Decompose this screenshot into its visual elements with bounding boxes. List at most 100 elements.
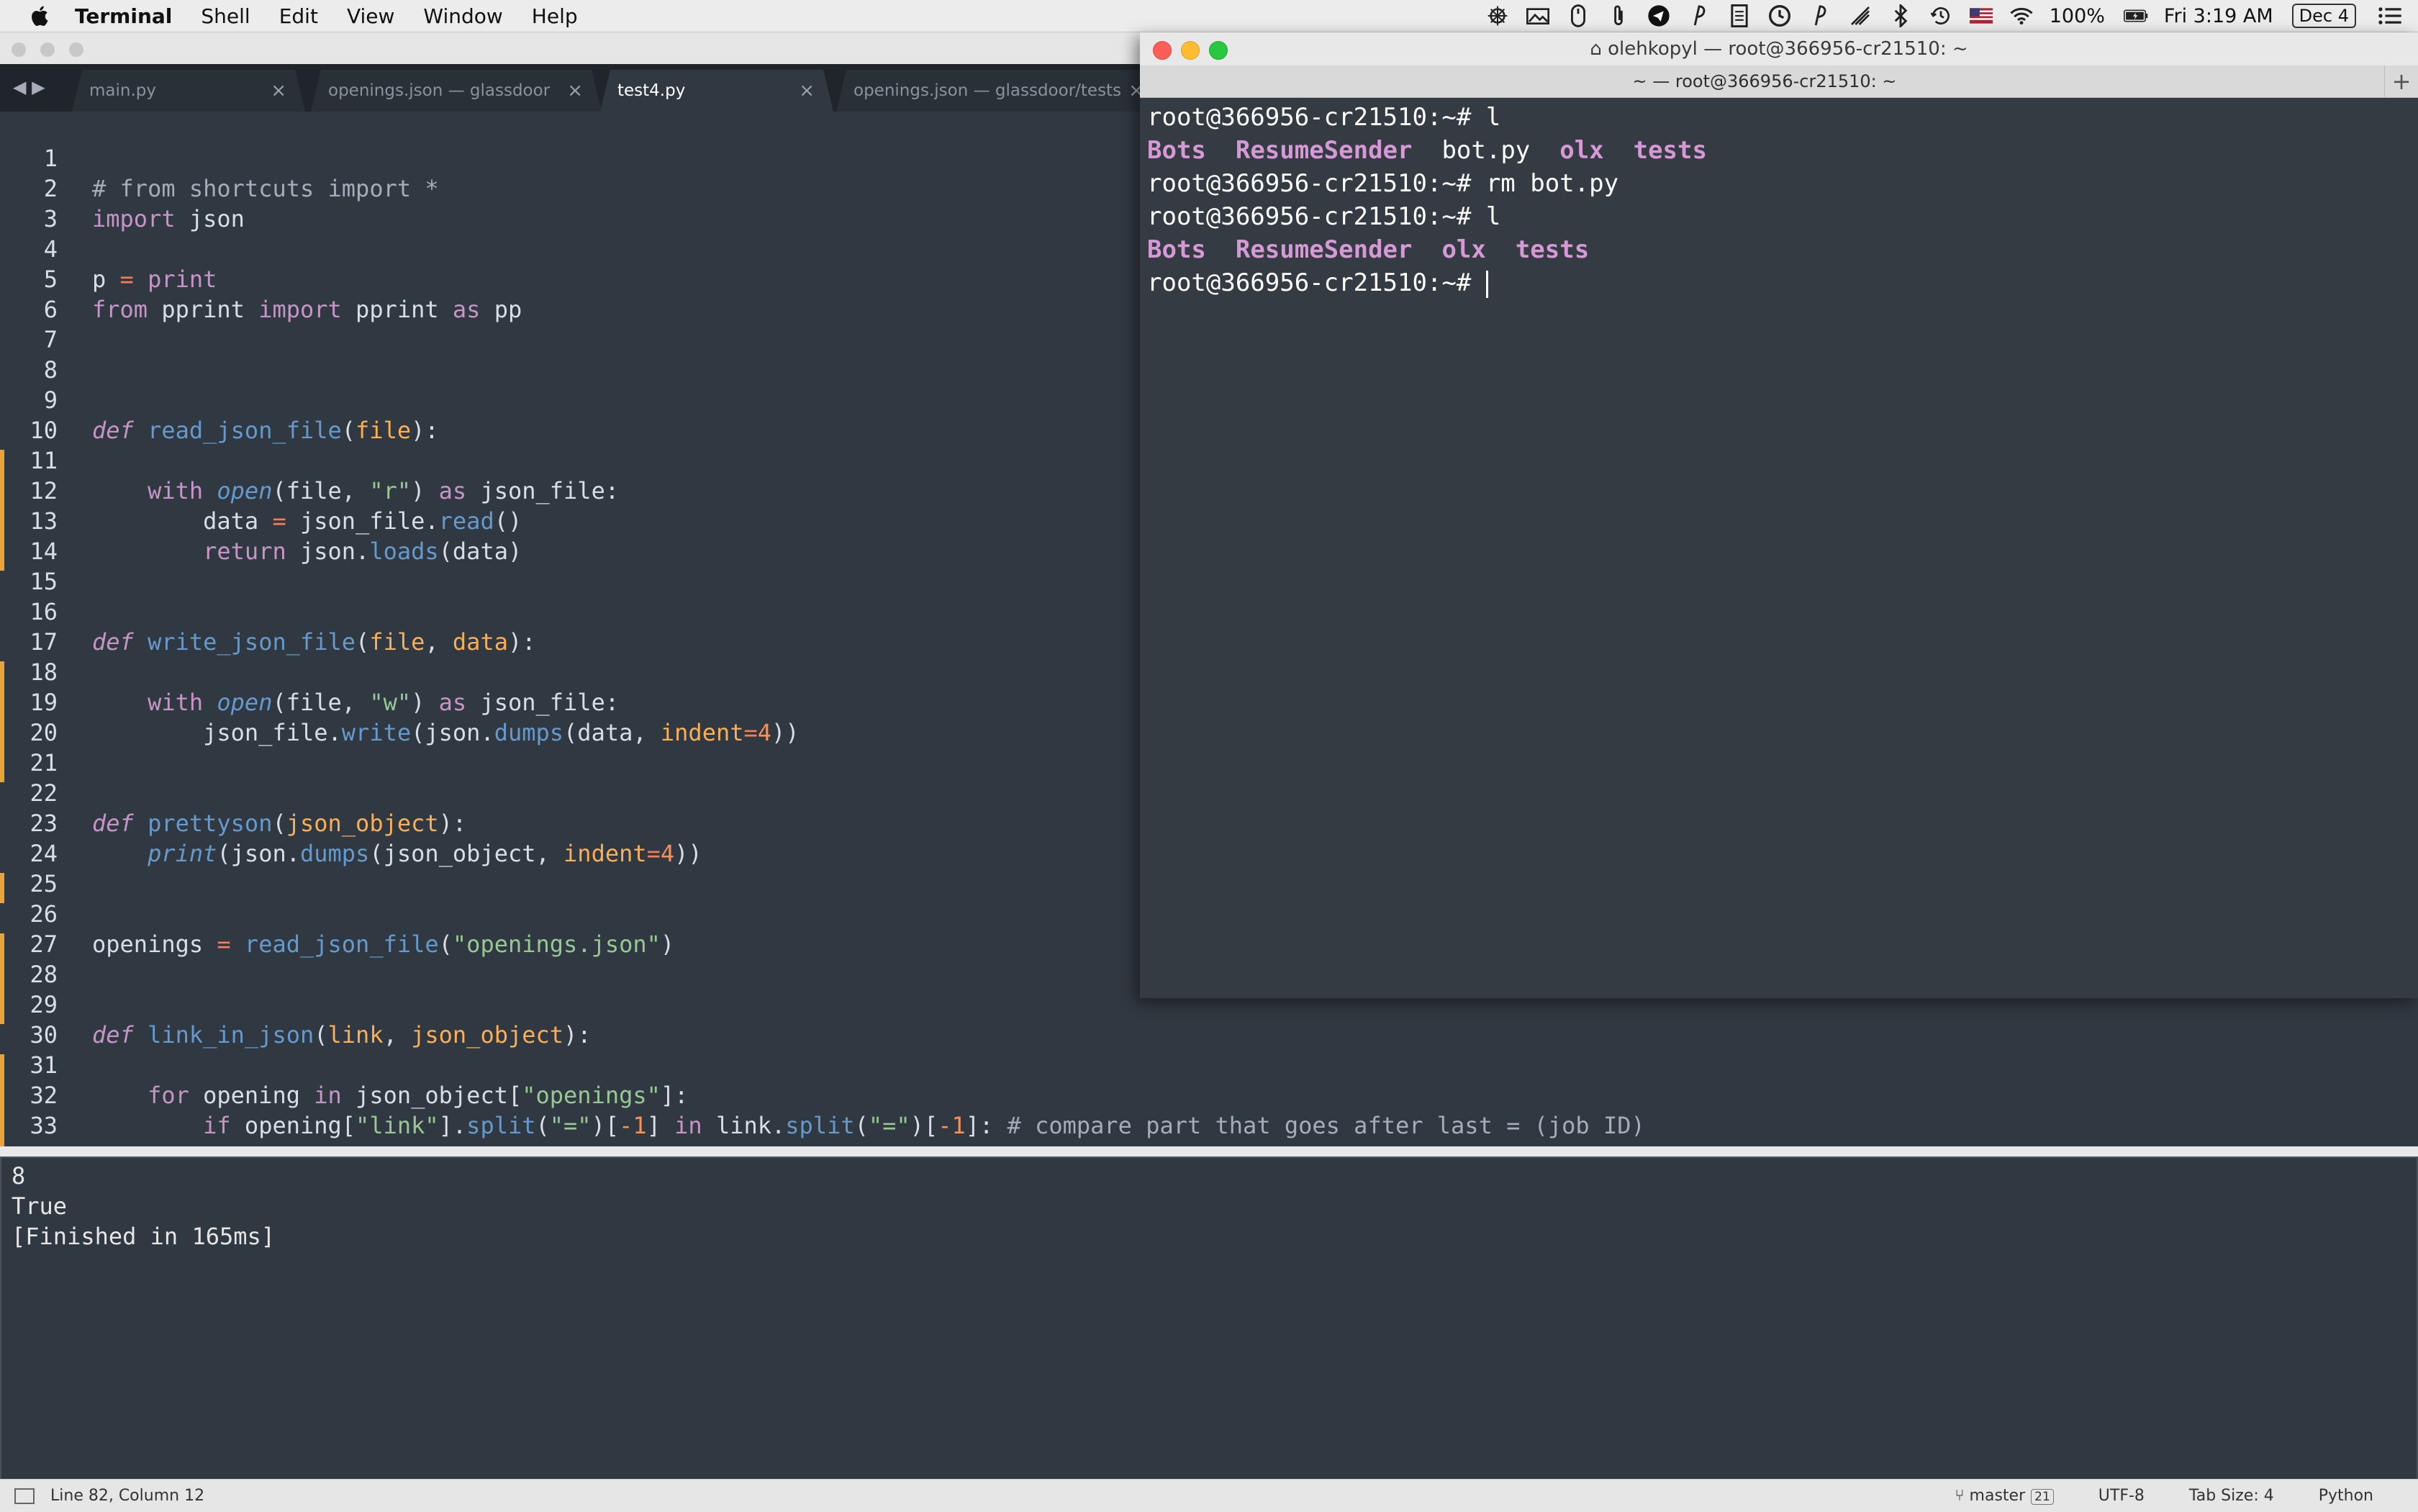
- line-number: 18: [30, 658, 58, 686]
- telegram-icon[interactable]: [1647, 4, 1671, 28]
- menu-app-terminal[interactable]: Terminal: [75, 4, 172, 28]
- tab-size-indicator[interactable]: Tab Size: 4: [2189, 1487, 2274, 1505]
- photo-icon[interactable]: [1526, 4, 1550, 28]
- line-number: 31: [30, 1051, 58, 1079]
- wifi-icon[interactable]: [2009, 4, 2034, 28]
- line-number-gutter: 1 2 3 4 5 6 7 8 9 10 11 12 13 14 15 16 1…: [0, 112, 72, 1148]
- horizontal-scrollbar[interactable]: [0, 1146, 2418, 1156]
- code-line: def link_in_json(link, json_object):: [92, 1021, 592, 1049]
- terminal-tab-bar: ~ — root@366956-cr21510: ~ +: [1140, 65, 2418, 98]
- line-number: 6: [43, 296, 58, 323]
- tab-close-icon[interactable]: ×: [271, 70, 286, 112]
- code-line: for opening in json_object["openings"]:: [148, 1082, 689, 1109]
- code-line: data = json_file.read(): [203, 507, 522, 535]
- terminal-line: root@366956-cr21510:~# rm bot.py: [1147, 169, 1619, 198]
- code-line: def write_json_file(file, data):: [92, 628, 536, 656]
- new-tab-button[interactable]: +: [2384, 65, 2418, 97]
- line-number: 19: [30, 689, 58, 716]
- encoding-indicator[interactable]: UTF-8: [2098, 1487, 2145, 1505]
- code-line: json_file.write(json.dumps(data, indent=…: [203, 719, 800, 746]
- line-number: 9: [43, 386, 58, 414]
- terminal-tab[interactable]: ~ — root@366956-cr21510: ~: [1140, 65, 2389, 97]
- code-line: if opening["link"].split("=")[-1] in lin…: [203, 1112, 1645, 1139]
- text-cursor: [1485, 270, 1488, 298]
- menu-view[interactable]: View: [347, 4, 394, 28]
- output-line: [Finished in 165ms]: [12, 1223, 276, 1250]
- line-number: 7: [43, 326, 58, 353]
- signal-icon[interactable]: [1848, 4, 1873, 28]
- line-number: 11: [30, 447, 58, 474]
- helm-icon[interactable]: [1485, 4, 1510, 28]
- tab-navigation-arrows-icon[interactable]: ◀ ▶: [13, 77, 45, 97]
- terminal-line: root@366956-cr21510:~# l: [1147, 202, 1501, 231]
- tab-close-icon[interactable]: ×: [567, 70, 583, 112]
- line-number: 3: [43, 205, 58, 232]
- editor-zoom-button[interactable]: [69, 42, 83, 57]
- cursor-position[interactable]: Line 82, Column 12: [50, 1487, 204, 1505]
- code-line: import json: [92, 205, 245, 232]
- code-line: def prettyson(json_object):: [92, 810, 467, 837]
- line-number: 33: [30, 1112, 58, 1139]
- code-line: with open(file, "r") as json_file:: [148, 477, 620, 504]
- mouse-icon[interactable]: [1566, 4, 1590, 28]
- tab-main-py[interactable]: main.py ×: [72, 70, 305, 112]
- editor-minimize-button[interactable]: [40, 42, 55, 57]
- editor-close-button[interactable]: [12, 42, 26, 57]
- line-number: 1: [43, 145, 58, 172]
- terminal-output[interactable]: root@366956-cr21510:~# l Bots ResumeSend…: [1140, 97, 2418, 998]
- code-line: print(json.dumps(json_object, indent=4)): [148, 840, 702, 867]
- pen-icon[interactable]: [1687, 4, 1711, 28]
- line-number: 2: [43, 175, 58, 202]
- line-number: 27: [30, 931, 58, 958]
- line-number: 21: [30, 749, 58, 777]
- tab-label: openings.json — glassdoor: [328, 81, 551, 100]
- bluetooth-icon[interactable]: [1888, 4, 1913, 28]
- tab-label: main.py: [89, 81, 156, 100]
- tab-openings-json-glassdoor[interactable]: openings.json — glassdoor ×: [311, 70, 602, 112]
- notes-icon[interactable]: [1727, 4, 1752, 28]
- line-number: 17: [30, 628, 58, 656]
- code-line: with open(file, "w") as json_file:: [148, 689, 620, 716]
- line-number: 32: [30, 1082, 58, 1109]
- pen-alt-icon[interactable]: [1808, 4, 1832, 28]
- tab-test4-py[interactable]: test4.py ×: [600, 70, 833, 112]
- line-number: 10: [30, 417, 58, 444]
- notification-center-icon[interactable]: [2378, 4, 2402, 28]
- menu-help[interactable]: Help: [532, 4, 578, 28]
- syntax-indicator[interactable]: Python: [2319, 1487, 2373, 1505]
- us-flag-icon[interactable]: [1969, 4, 1993, 28]
- code-line: p = print: [92, 266, 217, 293]
- status-tray: 100% Fri 3:19 AM Dec 4: [1485, 0, 2418, 32]
- output-line: True: [12, 1192, 68, 1220]
- status-bar: Line 82, Column 12 ⑂ master 21 UTF-8 Tab …: [0, 1479, 2418, 1512]
- menu-shell[interactable]: Shell: [201, 4, 250, 28]
- line-number: 26: [30, 900, 58, 928]
- terminal-title: ⌂ olehkopyl — root@366956-cr21510: ~: [1140, 32, 2418, 65]
- time-machine-icon[interactable]: [1929, 4, 1953, 28]
- line-number: 29: [30, 991, 58, 1018]
- git-branch[interactable]: ⑂ master 21: [1955, 1487, 2054, 1505]
- code-line: def read_json_file(file):: [92, 417, 439, 444]
- menu-edit[interactable]: Edit: [279, 4, 318, 28]
- menu-bar: Terminal Shell Edit View Window Help 100…: [0, 0, 2418, 32]
- terminal-prompt-line[interactable]: root@366956-cr21510:~#: [1147, 268, 1488, 298]
- line-number: 4: [43, 235, 58, 263]
- tab-close-icon[interactable]: ×: [799, 70, 815, 112]
- terminal-titlebar: ⌂ olehkopyl — root@366956-cr21510: ~: [1140, 32, 2418, 66]
- terminal-line: Bots ResumeSender olx tests: [1147, 235, 1590, 264]
- terminal-line: Bots ResumeSender bot.py olx tests: [1147, 136, 1707, 165]
- git-branch-icon: ⑂: [1955, 1487, 1970, 1505]
- tab-openings-json-glassdoor-tests[interactable]: openings.json — glassdoor/tests ×: [836, 70, 1163, 112]
- line-number: 25: [30, 870, 58, 897]
- clock-icon[interactable]: [1767, 4, 1792, 28]
- paperclip-icon[interactable]: [1606, 4, 1631, 28]
- clock-text[interactable]: Fri 3:19 AM: [2164, 5, 2273, 27]
- build-output-panel[interactable]: 8 True [Finished in 165ms]: [0, 1156, 2418, 1508]
- apple-icon[interactable]: [27, 3, 53, 29]
- menu-window[interactable]: Window: [423, 4, 502, 28]
- date-badge[interactable]: Dec 4: [2291, 4, 2356, 28]
- panel-toggle-icon[interactable]: [14, 1488, 35, 1504]
- terminal-title-text: olehkopyl — root@366956-cr21510: ~: [1608, 38, 1968, 60]
- battery-icon[interactable]: [2123, 4, 2148, 28]
- code-line: openings = read_json_file("openings.json…: [92, 931, 675, 958]
